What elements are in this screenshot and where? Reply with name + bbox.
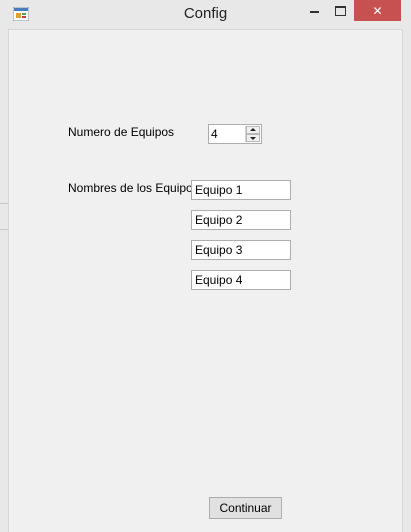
- minimize-button[interactable]: [300, 0, 328, 21]
- team-names-label: Nombres de los Equipos: [68, 181, 199, 195]
- team-name-input-3[interactable]: Equipo 3: [191, 240, 291, 260]
- team-name-input-2[interactable]: Equipo 2: [191, 210, 291, 230]
- config-window: Config ✕ Numero de Equipos 4 Nombres de …: [0, 0, 411, 532]
- maximize-button[interactable]: [327, 0, 354, 21]
- close-button[interactable]: ✕: [354, 0, 401, 21]
- divider: [0, 203, 8, 204]
- team-name-input-4[interactable]: Equipo 4: [191, 270, 291, 290]
- stepper-up-button[interactable]: [246, 126, 260, 134]
- team-count-stepper[interactable]: 4: [208, 124, 262, 144]
- title-bar[interactable]: Config ✕: [0, 0, 411, 29]
- team-count-value[interactable]: 4: [211, 127, 218, 141]
- stepper-down-button[interactable]: [246, 134, 260, 142]
- stepper-buttons: [245, 126, 260, 142]
- divider: [0, 229, 8, 230]
- continue-button[interactable]: Continuar: [209, 497, 282, 519]
- close-icon: ✕: [372, 3, 383, 18]
- chevron-down-icon: [250, 137, 256, 140]
- team-name-input-1[interactable]: Equipo 1: [191, 180, 291, 200]
- team-count-label: Numero de Equipos: [68, 125, 175, 139]
- chevron-up-icon: [250, 128, 256, 131]
- maximize-icon: [335, 5, 346, 16]
- minimize-icon: [309, 10, 319, 13]
